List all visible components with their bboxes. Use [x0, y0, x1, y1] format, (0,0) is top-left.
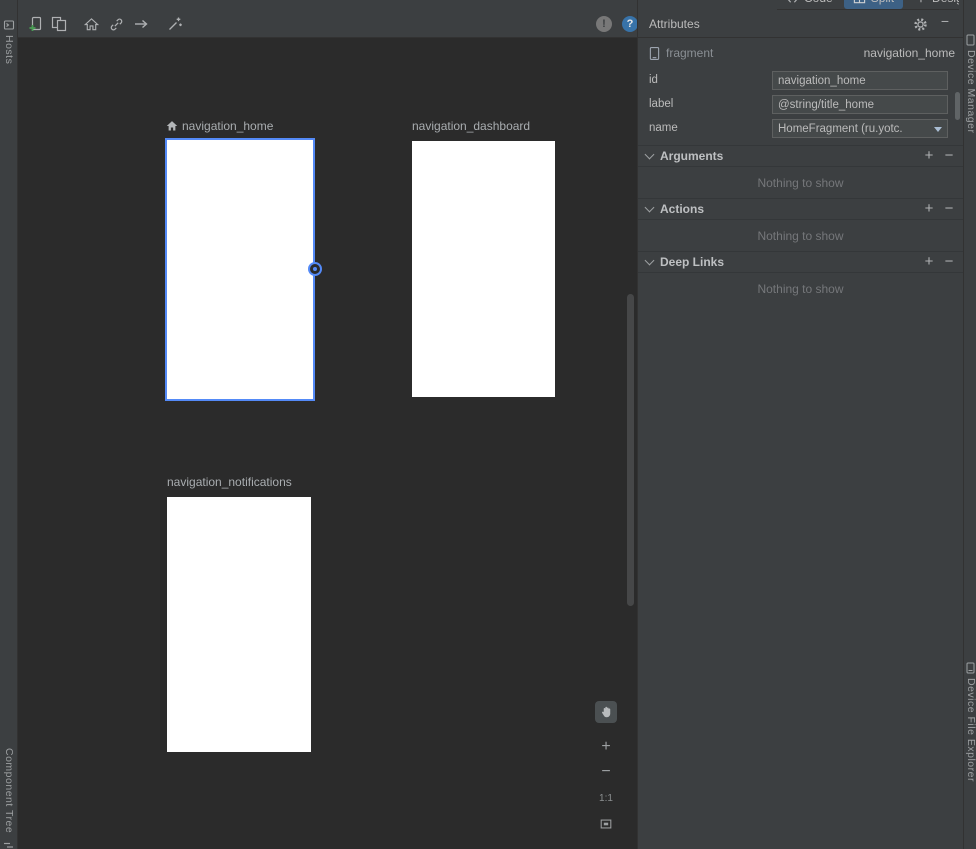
help-button[interactable]: ?	[622, 16, 638, 32]
add-argument-button[interactable]: +	[921, 147, 937, 164]
arguments-empty-message: Nothing to show	[638, 176, 963, 190]
canvas-vertical-scrollbar[interactable]	[627, 294, 634, 606]
sidebar-item-device-file-explorer[interactable]: Device File Explorer	[965, 678, 976, 782]
zoom-to-fit-icon	[599, 817, 613, 831]
fragment-label-navigation-dashboard[interactable]: navigation_dashboard	[412, 118, 530, 134]
link-icon	[109, 17, 124, 32]
fragment-name: navigation_home	[182, 119, 273, 133]
chevron-down-icon	[645, 255, 655, 265]
attributes-scrollbar-thumb[interactable]	[955, 92, 960, 120]
chevron-down-icon	[645, 202, 655, 212]
tab-label: Design	[932, 0, 959, 5]
magic-wand-icon	[167, 16, 183, 32]
tool-window-stripe-left: Hosts Component Tree	[0, 0, 18, 849]
start-destination-button[interactable]	[80, 13, 102, 35]
tab-label: Code	[804, 0, 833, 5]
design-icon	[914, 0, 927, 5]
tab-design[interactable]: Design	[905, 0, 959, 9]
sidebar-item-device-manager[interactable]: Device Manager	[965, 50, 976, 133]
fragment-preview-navigation-home[interactable]	[165, 138, 315, 401]
actions-section-header[interactable]: Actions + −	[638, 198, 963, 220]
deep-links-empty-message: Nothing to show	[638, 282, 963, 296]
navigation-editor-window: ! ? navigation_home navigation_dashboard…	[0, 0, 976, 849]
start-destination-home-icon	[166, 120, 178, 132]
new-destination-button[interactable]	[25, 13, 47, 35]
tab-label: Split	[871, 0, 894, 5]
component-type-label: fragment	[666, 46, 713, 60]
device-file-explorer-icon	[966, 662, 975, 674]
section-title: Deep Links	[660, 255, 724, 269]
add-action-button[interactable]	[130, 13, 152, 35]
home-icon	[84, 17, 99, 32]
deep-links-section-header[interactable]: Deep Links + −	[638, 251, 963, 273]
name-dropdown[interactable]: HomeFragment (ru.yotc.	[772, 119, 948, 138]
tool-window-stripe-right: Device Manager Device File Explorer	[963, 0, 976, 849]
name-dropdown-value: HomeFragment (ru.yotc.	[778, 123, 903, 135]
attributes-panel: Code Split Design	[637, 0, 963, 849]
component-id-value: navigation_home	[864, 46, 955, 60]
help-icon: ?	[627, 18, 634, 30]
hide-panel-button[interactable]: −	[937, 13, 953, 33]
issue-indicator[interactable]: !	[596, 16, 612, 32]
fragment-icon	[649, 46, 660, 61]
section-title: Actions	[660, 202, 704, 216]
minimize-icon: −	[941, 13, 949, 29]
remove-action-button[interactable]: −	[941, 200, 957, 217]
hand-icon	[600, 705, 613, 719]
tab-code[interactable]: Code	[777, 0, 842, 9]
name-field-label: name	[649, 122, 678, 134]
label-field-label: label	[649, 98, 673, 110]
chevron-down-icon	[934, 127, 942, 132]
issue-indicator-glyph: !	[602, 18, 606, 30]
add-action-button[interactable]: +	[921, 200, 937, 217]
zoom-level-value: 1:1	[599, 793, 613, 804]
fragment-preview-navigation-dashboard[interactable]	[412, 141, 555, 397]
fragment-label-navigation-notifications[interactable]: navigation_notifications	[167, 474, 292, 490]
component-tree-icon	[3, 841, 15, 849]
id-field-label: id	[649, 74, 658, 86]
zoom-in-button[interactable]: +	[595, 736, 617, 758]
action-arrow-icon	[133, 16, 149, 32]
nested-graph-icon	[51, 16, 67, 32]
panel-title: Attributes	[649, 17, 700, 31]
remove-deep-link-button[interactable]: −	[941, 253, 957, 270]
zoom-out-button[interactable]: −	[595, 761, 617, 783]
plus-icon: +	[601, 738, 610, 756]
remove-argument-button[interactable]: −	[941, 147, 957, 164]
nested-graph-button[interactable]	[48, 13, 70, 35]
sidebar-item-component-tree[interactable]: Component Tree	[3, 748, 15, 833]
zoom-level-label: 1:1	[595, 791, 617, 805]
fragment-preview-navigation-notifications[interactable]	[167, 497, 311, 752]
zoom-to-fit-button[interactable]	[595, 813, 617, 835]
fragment-label-navigation-home[interactable]: navigation_home	[166, 118, 273, 134]
auto-arrange-button[interactable]	[164, 13, 186, 35]
device-manager-icon	[966, 34, 975, 46]
split-icon	[853, 0, 866, 5]
hosts-icon	[3, 19, 15, 31]
minus-icon: −	[601, 763, 610, 781]
actions-empty-message: Nothing to show	[638, 229, 963, 243]
code-icon	[786, 0, 799, 5]
label-input[interactable]	[772, 95, 948, 114]
id-input[interactable]	[772, 71, 948, 90]
add-deep-link-button[interactable]: +	[921, 253, 937, 270]
settings-gear-button[interactable]	[913, 17, 929, 33]
tab-split[interactable]: Split	[844, 0, 903, 9]
selected-component-row: fragment navigation_home	[649, 44, 955, 62]
chevron-down-icon	[645, 149, 655, 159]
pan-button[interactable]	[595, 701, 617, 723]
deep-link-button[interactable]	[105, 13, 127, 35]
attributes-panel-header: Attributes −	[638, 10, 963, 38]
arguments-section-header[interactable]: Arguments + −	[638, 145, 963, 167]
new-destination-icon	[28, 16, 44, 32]
gear-icon	[913, 17, 928, 32]
fragment-name: navigation_dashboard	[412, 119, 530, 133]
action-connector-handle[interactable]	[308, 262, 322, 276]
fragment-name: navigation_notifications	[167, 475, 292, 489]
editor-mode-tabs: Code Split Design	[777, 0, 959, 10]
section-title: Arguments	[660, 149, 723, 163]
sidebar-item-hosts[interactable]: Hosts	[3, 35, 15, 64]
